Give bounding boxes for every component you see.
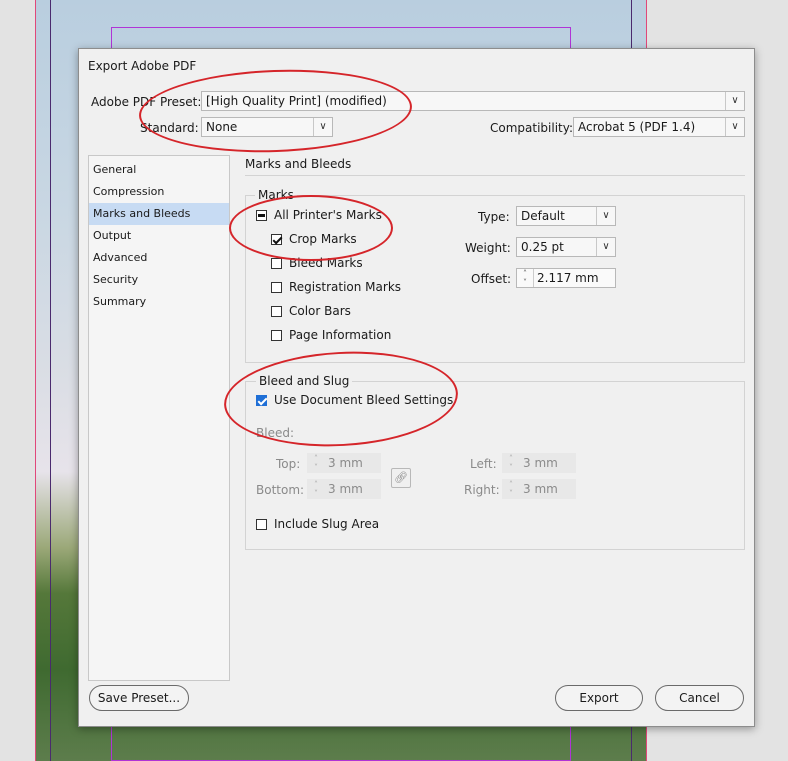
sidebar-item-compression[interactable]: Compression — [89, 181, 229, 203]
sidebar-item-output[interactable]: Output — [89, 225, 229, 247]
sidebar-item-advanced[interactable]: Advanced — [89, 247, 229, 269]
use-document-bleed-checkbox[interactable] — [256, 395, 267, 406]
registration-marks-label: Registration Marks — [289, 280, 402, 294]
margin-guide-left — [50, 0, 51, 761]
bleed-top-stepper[interactable]: ˄ ˅ 3 mm — [307, 453, 381, 473]
link-icon[interactable]: 🔗︎ — [391, 468, 411, 488]
category-list: General Compression Marks and Bleeds Out… — [88, 155, 230, 681]
panel-title: Marks and Bleeds — [245, 157, 352, 171]
type-dropdown[interactable]: Default ∨ — [516, 206, 616, 226]
chevron-down-icon: ∨ — [725, 118, 744, 136]
type-label: Type: — [478, 210, 510, 224]
left-label: Left: — [470, 457, 497, 471]
preset-dropdown[interactable]: [High Quality Print] (modified) ∨ — [201, 91, 745, 111]
chevron-down-icon: ∨ — [725, 92, 744, 110]
weight-value: 0.25 pt — [521, 240, 564, 254]
stepper-arrows-icon[interactable]: ˄ ˅ — [517, 269, 534, 287]
bleed-marks-label: Bleed Marks — [289, 256, 363, 270]
save-preset-button[interactable]: Save Preset... — [89, 685, 189, 711]
chevron-down-icon: ∨ — [596, 207, 615, 225]
page-information-label: Page Information — [289, 328, 392, 342]
standard-dropdown[interactable]: None ∨ — [201, 117, 333, 137]
crop-marks-label: Crop Marks — [289, 232, 357, 246]
bleed-right-value: 3 mm — [523, 482, 558, 496]
registration-marks-checkbox[interactable] — [271, 282, 282, 293]
bleed-bottom-value: 3 mm — [328, 482, 363, 496]
marks-legend: Marks — [255, 188, 297, 202]
compatibility-value: Acrobat 5 (PDF 1.4) — [578, 120, 696, 134]
color-bars-label: Color Bars — [289, 304, 351, 318]
sidebar-item-general[interactable]: General — [89, 159, 229, 181]
bleed-label: Bleed: — [256, 426, 294, 440]
use-document-bleed-label: Use Document Bleed Settings — [274, 393, 454, 407]
weight-label: Weight: — [465, 241, 511, 255]
all-printers-marks-label: All Printer's Marks — [274, 208, 382, 222]
bleed-right-stepper[interactable]: ˄ ˅ 3 mm — [502, 479, 576, 499]
right-label: Right: — [464, 483, 500, 497]
bleed-left-stepper[interactable]: ˄ ˅ 3 mm — [502, 453, 576, 473]
offset-label: Offset: — [471, 272, 512, 286]
type-value: Default — [521, 209, 565, 223]
chevron-down-icon: ∨ — [596, 238, 615, 256]
stepper-arrows-icon: ˄ ˅ — [509, 480, 513, 498]
stepper-arrows-icon: ˄ ˅ — [509, 454, 513, 472]
compatibility-dropdown[interactable]: Acrobat 5 (PDF 1.4) ∨ — [573, 117, 745, 137]
stepper-arrows-icon: ˄ ˅ — [314, 454, 318, 472]
preset-value: [High Quality Print] (modified) — [206, 94, 387, 108]
stepper-arrows-icon: ˄ ˅ — [314, 480, 318, 498]
standard-label: Standard: — [140, 121, 199, 135]
include-slug-checkbox[interactable] — [256, 519, 267, 530]
compatibility-label: Compatibility: — [490, 121, 574, 135]
chevron-down-icon: ∨ — [313, 118, 332, 136]
standard-value: None — [206, 120, 238, 134]
sidebar-item-summary[interactable]: Summary — [89, 291, 229, 313]
bottom-label: Bottom: — [256, 483, 305, 497]
sidebar-item-security[interactable]: Security — [89, 269, 229, 291]
bleed-left-value: 3 mm — [523, 456, 558, 470]
bleed-slug-legend: Bleed and Slug — [256, 374, 353, 388]
top-label: Top: — [276, 457, 301, 471]
bleed-marks-checkbox[interactable] — [271, 258, 282, 269]
export-button[interactable]: Export — [555, 685, 643, 711]
color-bars-checkbox[interactable] — [271, 306, 282, 317]
dialog-title: Export Adobe PDF — [88, 59, 197, 73]
bleed-bottom-stepper[interactable]: ˄ ˅ 3 mm — [307, 479, 381, 499]
panel-title-divider — [245, 175, 745, 176]
include-slug-label: Include Slug Area — [274, 517, 380, 531]
preset-label: Adobe PDF Preset: — [91, 95, 202, 109]
sidebar-item-marks-and-bleeds[interactable]: Marks and Bleeds — [89, 203, 229, 225]
text-frame-bottom — [111, 727, 571, 761]
page-information-checkbox[interactable] — [271, 330, 282, 341]
weight-dropdown[interactable]: 0.25 pt ∨ — [516, 237, 616, 257]
crop-marks-checkbox[interactable] — [271, 234, 282, 245]
export-pdf-dialog: Export Adobe PDF Adobe PDF Preset: [High… — [78, 48, 755, 727]
offset-value: 2.117 mm — [537, 271, 599, 285]
all-printers-marks-checkbox[interactable] — [256, 210, 267, 221]
cancel-button[interactable]: Cancel — [655, 685, 744, 711]
bleed-top-value: 3 mm — [328, 456, 363, 470]
offset-stepper[interactable]: ˄ ˅ 2.117 mm — [516, 268, 616, 288]
